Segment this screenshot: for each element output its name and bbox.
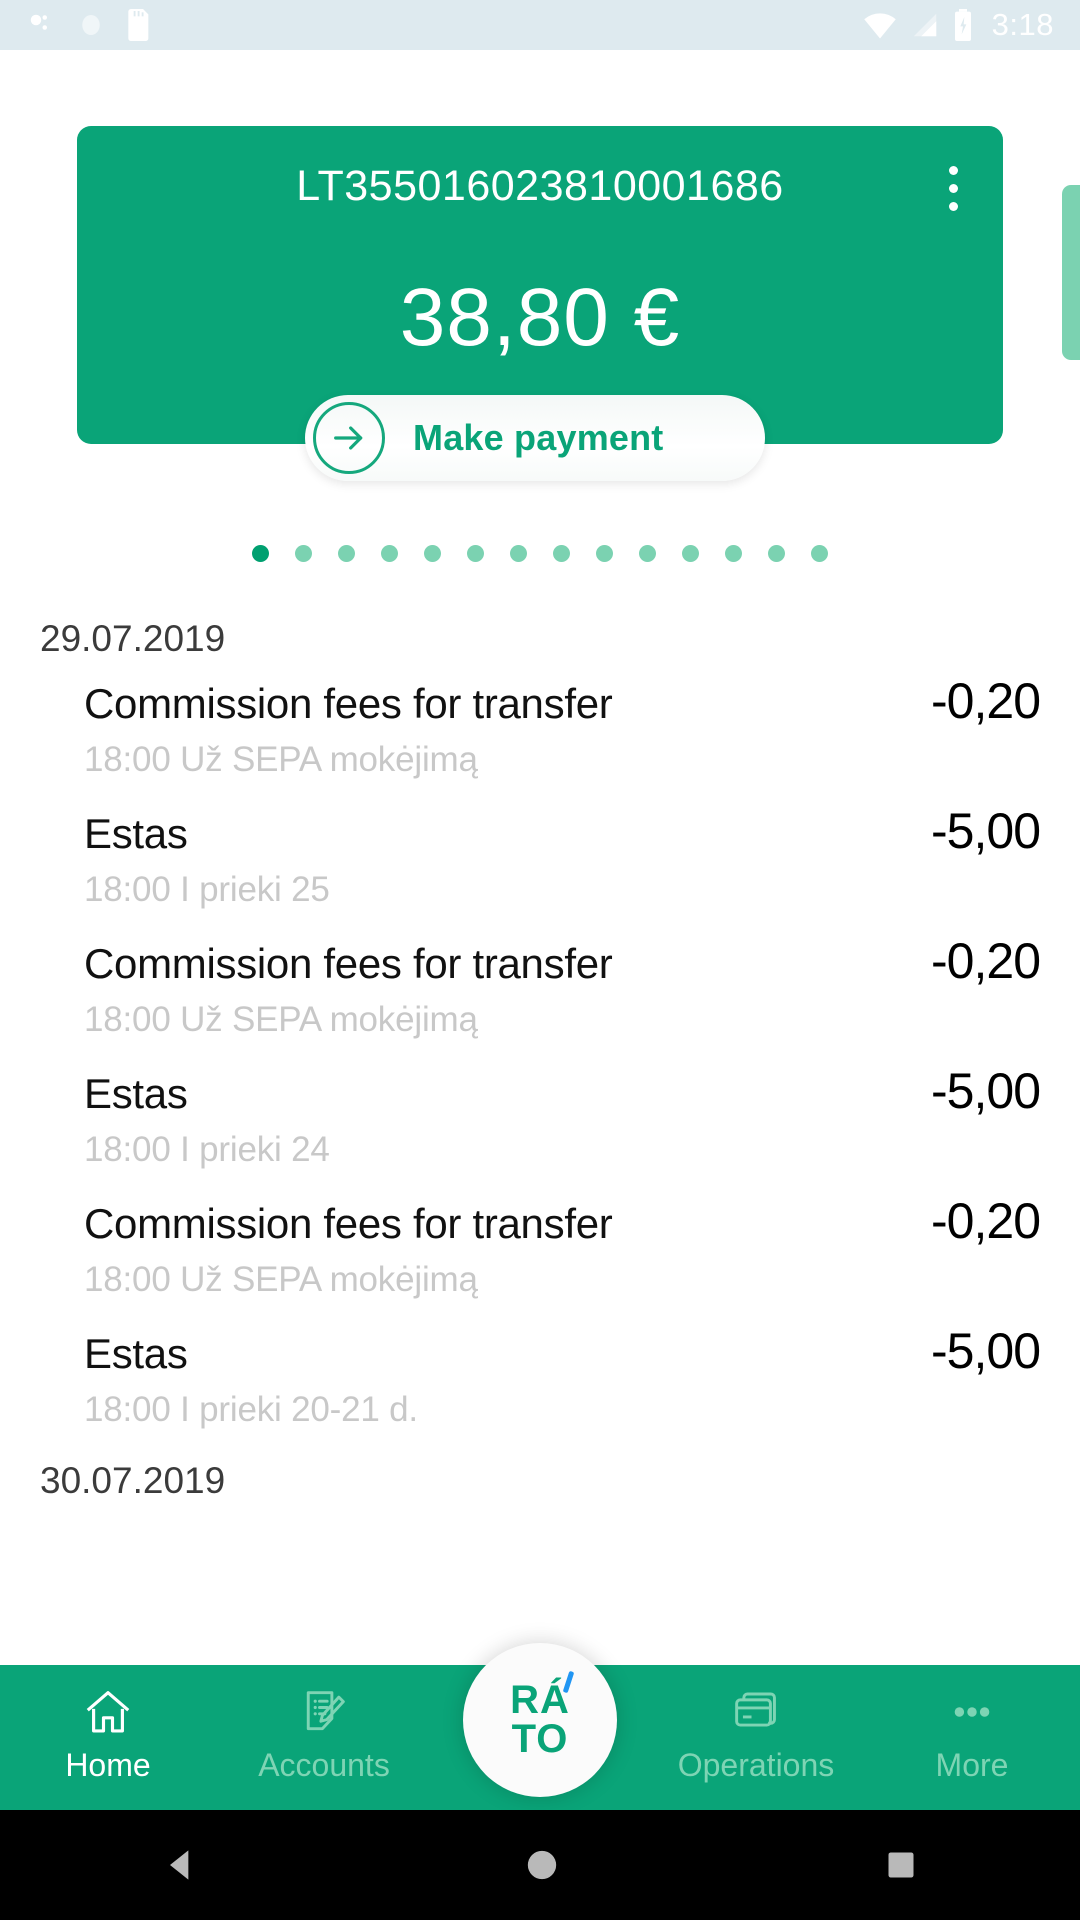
sd-card-icon (128, 9, 149, 41)
account-iban: LT355016023810001686 (296, 162, 784, 210)
overflow-menu-icon[interactable] (931, 158, 975, 218)
carousel-next-card-edge[interactable] (1062, 185, 1080, 360)
transaction-subtitle: 18:00 Už SEPA mokėjimą (84, 740, 478, 779)
app-screen: 3:18 LT355016023810001686 38,80 € Make p… (0, 0, 1080, 1920)
rato-logo-line1: RÁ (510, 1677, 570, 1722)
transaction-amount: -5,00 (931, 1063, 1041, 1119)
transaction-title: Estas (84, 1330, 188, 1377)
transaction-title: Estas (84, 810, 188, 857)
cards-icon (735, 1692, 776, 1727)
recents-square-icon[interactable] (881, 1845, 921, 1885)
pagination-dot-0[interactable] (252, 545, 269, 562)
android-navigation-bar (0, 1810, 1080, 1920)
make-payment-label: Make payment (413, 417, 664, 458)
transaction-subtitle: 18:00 I prieki 25 (84, 870, 330, 909)
pagination-dot-5[interactable] (467, 545, 484, 562)
pagination-dot-9[interactable] (639, 545, 656, 562)
nav-item-operations[interactable]: Operations (648, 1665, 864, 1784)
carousel-pagination[interactable] (0, 545, 1080, 562)
pagination-dot-7[interactable] (553, 545, 570, 562)
transaction-subtitle: 18:00 Už SEPA mokėjimą (84, 1000, 478, 1039)
pagination-dot-3[interactable] (381, 545, 398, 562)
sync-icon (82, 15, 100, 35)
pagination-dot-6[interactable] (510, 545, 527, 562)
transaction-row-main: Commission fees for transfer -0,20 (84, 1192, 1041, 1250)
transaction-date-header: 29.07.2019 (40, 618, 226, 659)
transaction-row-main: Commission fees for transfer -0,20 (84, 932, 1041, 990)
pagination-dot-8[interactable] (596, 545, 613, 562)
transaction-amount: -0,20 (931, 673, 1041, 729)
transaction-row[interactable]: Estas -5,00 18:00 I prieki 20-21 d. (0, 1322, 1080, 1452)
transaction-title: Commission fees for transfer (84, 1200, 613, 1247)
transaction-date-header: 30.07.2019 (40, 1460, 226, 1501)
ellipsis-icon (954, 1707, 990, 1717)
transaction-subtitle: 18:00 I prieki 20-21 d. (84, 1390, 418, 1429)
transaction-title: Estas (84, 1070, 188, 1117)
status-bar: 3:18 (0, 0, 1080, 50)
bluetooth-icon (30, 14, 47, 30)
account-balance: 38,80 € (399, 272, 681, 363)
home-icon (86, 1691, 130, 1733)
transaction-row[interactable]: Commission fees for transfer -0,20 18:00 U… (0, 1192, 1080, 1322)
transaction-row-main: Estas -5,00 (84, 1322, 1041, 1380)
rato-logo: RÁ TO (510, 1670, 575, 1761)
nav-item-home[interactable]: Home (0, 1665, 216, 1784)
pagination-dot-13[interactable] (811, 545, 828, 562)
pagination-dot-11[interactable] (725, 545, 742, 562)
nav-label-operations: Operations (677, 1747, 835, 1783)
transaction-row-main: Commission fees for transfer -0,20 (84, 672, 1041, 730)
pagination-dot-2[interactable] (338, 545, 355, 562)
transaction-subtitle: 18:00 Už SEPA mokėjimą (84, 1260, 478, 1299)
make-payment-button[interactable]: Make payment (305, 395, 765, 481)
transaction-row[interactable]: Commission fees for transfer -0,20 18:00 U… (0, 672, 1080, 802)
transaction-amount: -5,00 (931, 1323, 1041, 1379)
pagination-dot-10[interactable] (682, 545, 699, 562)
nav-label-home: Home (65, 1747, 151, 1783)
pagination-dot-1[interactable] (295, 545, 312, 562)
rato-fab-button[interactable]: RÁ TO (463, 1643, 617, 1797)
transaction-list[interactable]: 29.07.2019 Commission fees for transfer -0… (0, 610, 1080, 1670)
back-triangle-icon[interactable] (159, 1843, 203, 1887)
transaction-title: Commission fees for transfer (84, 940, 613, 987)
status-bar-left-icons (26, 9, 152, 41)
pagination-dot-12[interactable] (768, 545, 785, 562)
transaction-amount: -0,20 (931, 933, 1041, 989)
transaction-row-main: Estas -5,00 (84, 802, 1041, 860)
battery-charging-icon (954, 9, 971, 41)
transaction-row[interactable]: Estas -5,00 18:00 I prieki 24 (0, 1062, 1080, 1192)
transaction-title: Commission fees for transfer (84, 680, 613, 727)
transaction-subtitle: 18:00 I prieki 24 (84, 1130, 330, 1169)
nav-item-accounts[interactable]: Accounts (216, 1665, 432, 1784)
arrow-right-icon (313, 402, 385, 474)
transaction-row[interactable]: Commission fees for transfer -0,20 18:00 U… (0, 932, 1080, 1062)
status-bar-clock: 3:18 (991, 7, 1054, 42)
rato-logo-line2: TO (511, 1717, 569, 1761)
transaction-amount: -5,00 (931, 803, 1041, 859)
nav-label-accounts: Accounts (258, 1747, 390, 1783)
nav-label-more: More (935, 1747, 1009, 1783)
home-circle-icon[interactable] (522, 1845, 562, 1885)
status-bar-right-icons: 3:18 (862, 7, 1054, 43)
transaction-amount: -0,20 (931, 1193, 1041, 1249)
transaction-row[interactable]: Estas -5,00 18:00 I prieki 25 (0, 802, 1080, 932)
document-edit-icon (306, 1691, 345, 1731)
transaction-row-main: Estas -5,00 (84, 1062, 1041, 1120)
pagination-dot-4[interactable] (424, 545, 441, 562)
nav-item-more[interactable]: More (864, 1665, 1080, 1784)
wifi-icon (863, 13, 896, 39)
cellular-signal-icon (913, 13, 936, 37)
